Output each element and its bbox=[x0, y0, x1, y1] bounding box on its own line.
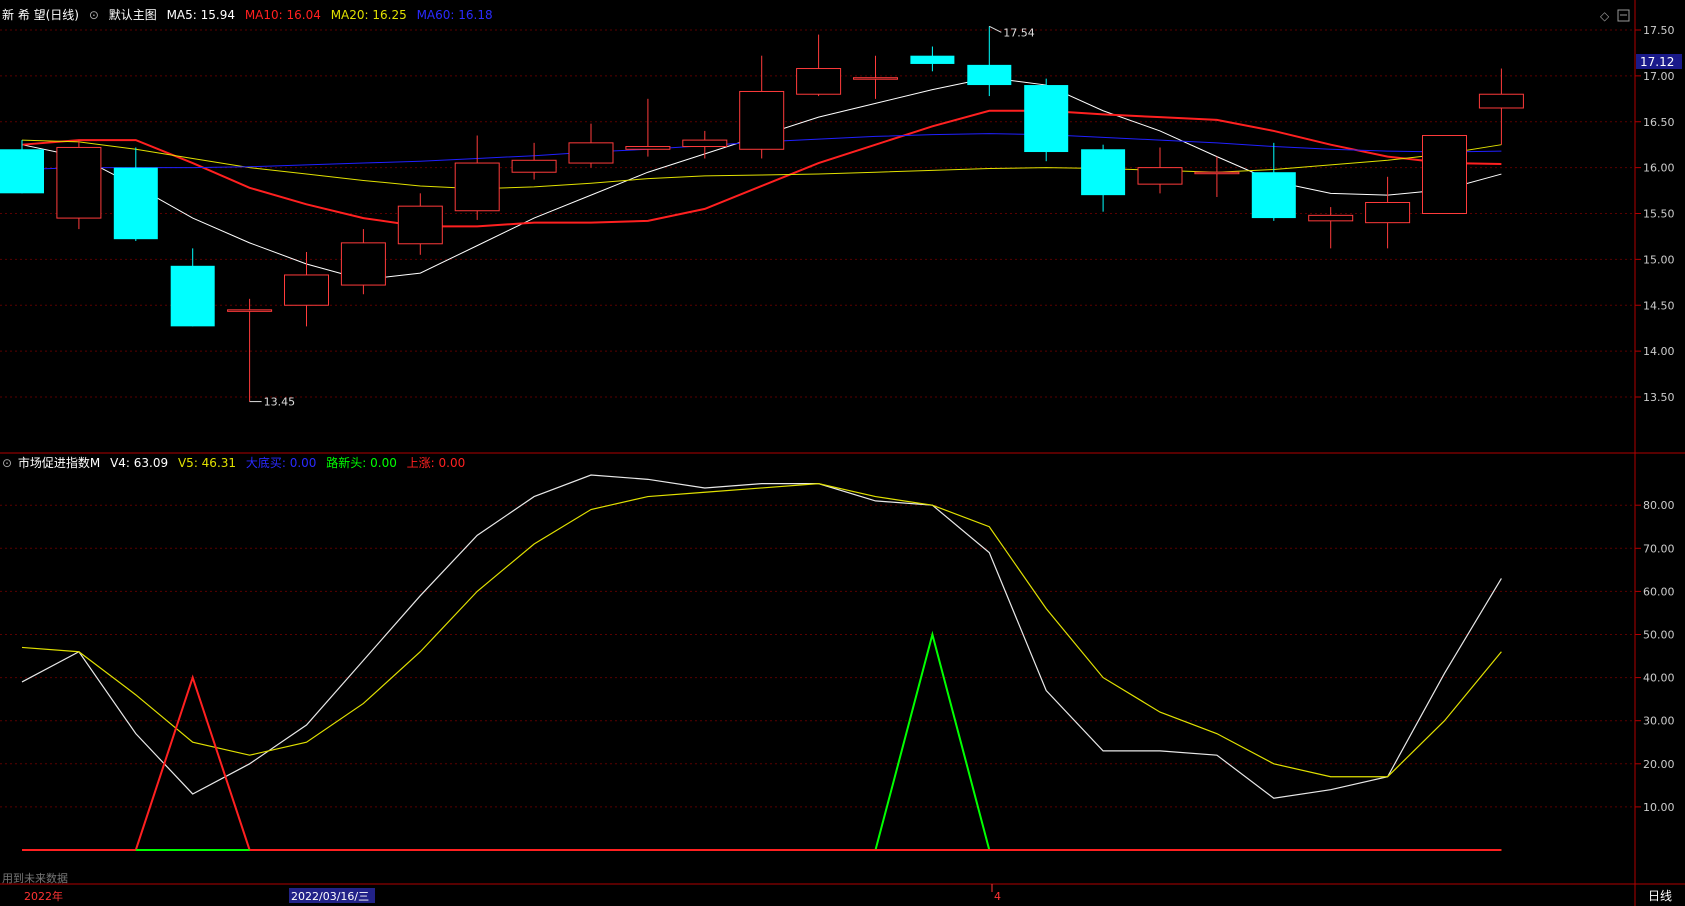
candle-body-up bbox=[1194, 171, 1240, 175]
year-label: 2022年 bbox=[24, 889, 63, 903]
stock-chart-canvas[interactable]: 13.50 14.00 14.50 15.00 15.50 16.00 16.50 17.00… bbox=[0, 0, 1685, 906]
candle-body-up bbox=[511, 159, 557, 173]
price-tick-label: 16.00 bbox=[1643, 162, 1675, 175]
ma20-value: MA20: 16.25 bbox=[330, 8, 407, 22]
current-price-tag: 17.12 bbox=[1636, 54, 1682, 69]
signal-spike bbox=[134, 674, 251, 851]
period-button[interactable]: 日线 bbox=[1648, 889, 1672, 903]
sub-grid bbox=[0, 504, 1635, 808]
candle-body-up bbox=[56, 146, 102, 219]
indicator-tick-label: 60.00 bbox=[1643, 585, 1675, 598]
candle-body-down bbox=[1081, 149, 1126, 196]
v4-value: V4: 63.09 bbox=[110, 456, 169, 470]
signal-spike bbox=[874, 630, 991, 851]
window-controls: ◇ bbox=[1600, 9, 1630, 23]
price-tick-label: 15.00 bbox=[1643, 253, 1675, 266]
candle-body-down bbox=[1251, 172, 1296, 219]
ma10-value: MA10: 16.04 bbox=[244, 8, 321, 22]
price-tick-label: 13.50 bbox=[1643, 391, 1675, 404]
price-tick-label: 14.50 bbox=[1643, 299, 1675, 312]
main-header: 新 希 望(日线) ⊙ 默认主图 MA5: 15.94 MA10: 16.04 … bbox=[2, 8, 499, 22]
candle-body-down bbox=[910, 55, 955, 64]
candle-body-up bbox=[853, 77, 898, 80]
candle-body-up bbox=[625, 146, 671, 150]
candle-body-down bbox=[1024, 85, 1069, 153]
price-axis: 13.50 14.00 14.50 15.00 15.50 16.00 16.50 17.00… bbox=[1635, 24, 1675, 404]
indicator-tick-label: 80.00 bbox=[1643, 499, 1675, 512]
candle-body-up bbox=[397, 205, 443, 245]
candle-body-down bbox=[170, 265, 215, 327]
candle-body-down bbox=[113, 167, 158, 240]
sub-header: ⊙ 市场促进指数M V4: 63.09 V5: 46.31 大底买: 0.00 … bbox=[2, 456, 471, 470]
indicator-tick-label: 50.00 bbox=[1643, 629, 1675, 642]
future-data-note: 用到未来数据 bbox=[2, 871, 68, 885]
high-low-markers: 17.54 13.45 bbox=[249, 25, 1035, 409]
candle-body-up bbox=[454, 162, 500, 212]
low-price-label: 13.45 bbox=[264, 396, 296, 409]
ma60-value: MA60: 16.18 bbox=[416, 8, 493, 22]
indicator-tick-label: 20.00 bbox=[1643, 758, 1675, 771]
price-tick-label: 16.50 bbox=[1643, 116, 1675, 129]
candle-body-up bbox=[568, 142, 614, 164]
price-tick-label: 15.50 bbox=[1643, 208, 1675, 221]
indicator-lines bbox=[21, 474, 1502, 851]
candle-body-up bbox=[1478, 93, 1524, 109]
candle-body-up bbox=[796, 68, 842, 95]
signal2-value: 路新头: 0.00 bbox=[326, 456, 397, 470]
footer-bar: 用到未来数据 2022年 2022/03/16/三 4 日线 bbox=[2, 871, 1672, 903]
indicator-tick-label: 10.00 bbox=[1643, 801, 1675, 814]
candle-body-up bbox=[682, 139, 728, 148]
candle-body-up bbox=[284, 274, 329, 306]
price-tick-label: 14.00 bbox=[1643, 345, 1675, 358]
candle-body-up bbox=[1422, 135, 1467, 214]
candle-body-up bbox=[1137, 167, 1183, 185]
indicator-tick-label: 30.00 bbox=[1643, 715, 1675, 728]
stock-title: 新 希 望(日线) bbox=[2, 8, 79, 22]
high-price-label: 17.54 bbox=[1003, 26, 1035, 39]
current-price-value: 17.12 bbox=[1640, 55, 1674, 69]
indicator-tick-label: 40.00 bbox=[1643, 672, 1675, 685]
signal1-value: 大底买: 0.00 bbox=[245, 456, 317, 470]
chevron-down-icon[interactable]: ⊙ bbox=[89, 8, 99, 22]
indicator-name[interactable]: 市场促进指数M bbox=[18, 456, 100, 470]
indicator-tick-label: 70.00 bbox=[1643, 542, 1675, 555]
candle-body-up bbox=[1308, 214, 1354, 222]
indicator-axis: 10.00 20.00 30.00 40.00 50.00 60.00 70.00 80.00 bbox=[1635, 499, 1675, 814]
candle-body-up bbox=[227, 309, 273, 312]
date-cursor-label: 2022/03/16/三 bbox=[291, 890, 369, 903]
month-label: 4 bbox=[994, 890, 1001, 903]
chart-name[interactable]: 默认主图 bbox=[109, 8, 157, 22]
candle-body-up bbox=[739, 90, 785, 150]
ma5-value: MA5: 15.94 bbox=[166, 8, 235, 22]
indicator-line-v4 bbox=[21, 474, 1502, 799]
candle-body-down bbox=[967, 64, 1012, 86]
candle-body-up bbox=[1365, 201, 1411, 224]
indicator-line-v5 bbox=[21, 483, 1502, 778]
diamond-icon[interactable]: ◇ bbox=[1600, 9, 1610, 23]
signal3-value: 上涨: 0.00 bbox=[406, 456, 466, 470]
price-tick-label: 17.00 bbox=[1643, 70, 1675, 83]
v5-value: V5: 46.31 bbox=[177, 456, 237, 470]
price-tick-label: 17.50 bbox=[1643, 24, 1675, 37]
candle-body-up bbox=[340, 242, 386, 286]
chevron-down-icon[interactable]: ⊙ bbox=[2, 456, 12, 470]
candle-body-down bbox=[0, 149, 44, 194]
